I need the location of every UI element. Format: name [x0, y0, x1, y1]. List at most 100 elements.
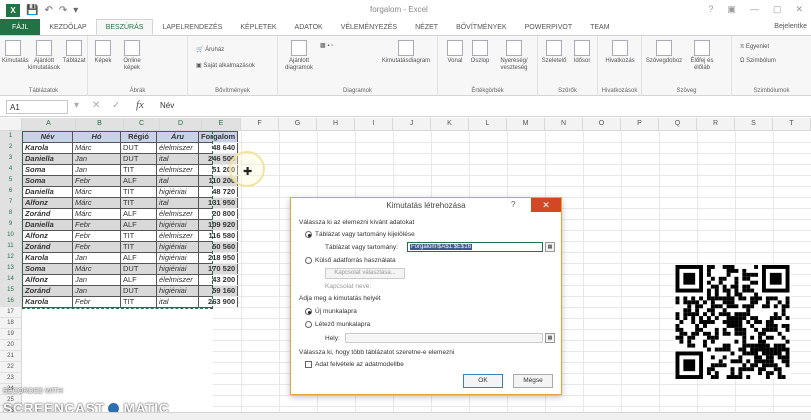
table-cell[interactable]: 50 560 [197, 241, 239, 253]
table-cell[interactable]: DUT [120, 153, 157, 165]
row-header[interactable]: 4 [0, 164, 22, 175]
table-cell[interactable]: higiéniai [156, 186, 199, 198]
column-header[interactable]: A [22, 118, 76, 131]
table-cell[interactable]: 48 640 [197, 142, 239, 154]
row-header[interactable]: 8 [0, 208, 22, 219]
tab-page-layout[interactable]: LAPELRENDEZÉS [153, 19, 231, 35]
range-input[interactable]: Forgalom!$A$1:$E$16 [407, 242, 543, 252]
table-cell[interactable]: élelmiszer [156, 164, 199, 176]
table-cell[interactable]: Zoránd [22, 241, 73, 253]
table-cell[interactable]: Márc [72, 208, 121, 220]
row-header[interactable]: 9 [0, 219, 22, 230]
column-header[interactable]: F [241, 118, 279, 131]
tab-addins[interactable]: BŐVÍTMÉNYEK [447, 19, 516, 35]
table-header-cell[interactable]: Forgalom [197, 131, 239, 143]
table-cell[interactable]: ALF [120, 219, 157, 231]
table-cell[interactable]: Jan [72, 252, 121, 264]
table-cell[interactable]: Febr [72, 219, 121, 231]
tab-powerpivot[interactable]: POWERPIVOT [516, 19, 581, 35]
column-header[interactable]: D [160, 118, 202, 131]
table-cell[interactable]: élelmiszer [156, 230, 199, 242]
row-header[interactable]: 21 [0, 351, 22, 362]
sign-in-link[interactable]: Bejelentke [774, 23, 807, 30]
table-cell[interactable]: ital [156, 296, 199, 308]
select-all-corner[interactable] [0, 118, 22, 131]
column-header[interactable]: C [124, 118, 160, 131]
tab-review[interactable]: VÉLEMÉNYEZÉS [332, 19, 406, 35]
table-cell[interactable]: ital [156, 153, 199, 165]
table-cell[interactable]: Jan [72, 285, 121, 297]
table-cell[interactable]: TIT [120, 186, 157, 198]
column-header[interactable]: K [431, 118, 469, 131]
header-footer-button[interactable]: Élőfej és élőláb [686, 40, 718, 72]
column-header[interactable]: T [773, 118, 811, 131]
save-icon[interactable]: 💾 [26, 5, 38, 16]
recommended-charts-button[interactable]: Ajánlott diagramok [284, 40, 314, 72]
table-header-cell[interactable]: Régió [120, 131, 157, 143]
table-cell[interactable]: TIT [120, 197, 157, 209]
enter-icon[interactable]: ✓ [112, 100, 120, 111]
ribbon-display-icon[interactable]: ▣ [727, 4, 736, 15]
formula-input[interactable]: Név [160, 101, 174, 110]
column-header[interactable]: H [317, 118, 355, 131]
table-cell[interactable]: 43 200 [197, 274, 239, 286]
column-header[interactable]: M [507, 118, 545, 131]
column-header[interactable]: S [735, 118, 773, 131]
row-header[interactable]: 6 [0, 186, 22, 197]
table-cell[interactable]: 170 520 [197, 263, 239, 275]
help-icon[interactable]: ? [708, 4, 713, 15]
table-cell[interactable]: 116 580 [197, 230, 239, 242]
table-cell[interactable]: Daniella [22, 186, 73, 198]
tab-formulas[interactable]: KÉPLETEK [231, 19, 285, 35]
table-cell[interactable]: 48 720 [197, 186, 239, 198]
table-cell[interactable]: ital [156, 197, 199, 209]
cancel-button[interactable]: Mégse [513, 374, 553, 388]
table-cell[interactable]: 20 800 [197, 208, 239, 220]
row-header[interactable]: 16 [0, 296, 22, 307]
table-header-cell[interactable]: Áru [156, 131, 199, 143]
table-cell[interactable]: Karola [22, 142, 73, 154]
table-cell[interactable]: Soma [22, 175, 73, 187]
tab-data[interactable]: ADATOK [286, 19, 332, 35]
data-model-checkbox[interactable] [305, 361, 312, 368]
insert-function-icon[interactable]: fx [136, 99, 144, 111]
tab-file[interactable]: FÁJL [0, 19, 41, 35]
customize-qat-icon[interactable]: ▾ [73, 5, 78, 16]
name-box[interactable]: A1 [6, 100, 68, 114]
row-header[interactable]: 13 [0, 263, 22, 274]
table-cell[interactable]: Karola [22, 252, 73, 264]
row-header[interactable]: 20 [0, 340, 22, 351]
tab-home[interactable]: KEZDŐLAP [40, 19, 95, 35]
row-header[interactable]: 12 [0, 252, 22, 263]
table-cell[interactable]: DUT [120, 285, 157, 297]
row-header[interactable]: 15 [0, 285, 22, 296]
pivotchart-button[interactable]: Kimutatásdiagram [378, 40, 434, 65]
location-collapse-icon[interactable]: ▦ [545, 333, 555, 343]
namebox-dropdown-icon[interactable]: ▾ [74, 100, 79, 111]
table-cell[interactable]: Zoránd [22, 285, 73, 297]
column-header[interactable]: R [697, 118, 735, 131]
table-header-cell[interactable]: Hó [72, 131, 121, 143]
recommended-pivottables-button[interactable]: Ajánlott kimutatások [26, 40, 62, 72]
table-cell[interactable]: élelmiszer [156, 208, 199, 220]
table-cell[interactable]: Márc [72, 263, 121, 275]
table-cell[interactable]: élelmiszer [156, 274, 199, 286]
table-cell[interactable]: higiéniai [156, 219, 199, 231]
table-cell[interactable]: Alfonz [22, 230, 73, 242]
dialog-help-icon[interactable]: ? [511, 200, 515, 209]
column-header[interactable]: E [202, 118, 241, 131]
minimize-icon[interactable]: — [750, 4, 759, 15]
table-cell[interactable]: Febr [72, 296, 121, 308]
slicer-button[interactable]: Szeletelő [540, 40, 568, 65]
table-cell[interactable]: Alfonz [22, 197, 73, 209]
table-cell[interactable]: higiéniai [156, 241, 199, 253]
sparkline-line-button[interactable]: Vonal [444, 40, 466, 65]
table-button[interactable]: Táblázat [62, 40, 86, 65]
row-header[interactable]: 23 [0, 373, 22, 384]
table-cell[interactable]: Jan [72, 164, 121, 176]
row-header[interactable]: 14 [0, 274, 22, 285]
row-header[interactable]: 10 [0, 230, 22, 241]
table-cell[interactable]: ALF [120, 175, 157, 187]
table-cell[interactable]: Zoránd [22, 208, 73, 220]
sparkline-column-button[interactable]: Oszlop [468, 40, 492, 65]
